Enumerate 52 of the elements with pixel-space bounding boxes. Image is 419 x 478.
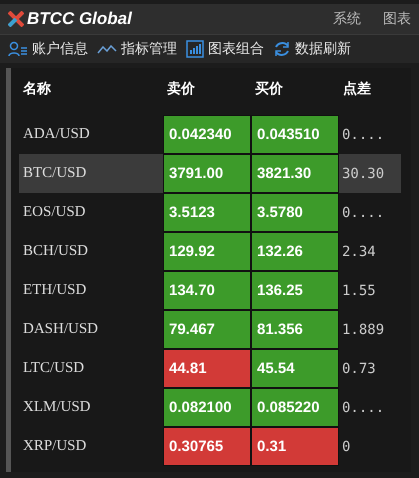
refresh-icon [273,40,291,58]
buy-price-cell: 3821.30 [251,154,339,193]
line-graph-icon [97,42,117,56]
sell-price-cell: 44.81 [163,349,251,388]
toolbar-button[interactable]: 数据刷新 [271,40,353,58]
app-title: BTCC Global [27,9,132,29]
buy-price-cell: 3.5780 [251,193,339,232]
buy-price-cell: 0.043510 [251,115,339,154]
logo-icon [8,11,24,27]
column-header: 名称 [22,80,52,99]
spread-cell-text: 2.34 [341,242,377,262]
sell-price-cell: 3.5123 [163,193,251,232]
buy-price-cell: 136.25 [251,271,339,310]
sell-price-cell: 129.92 [163,232,251,271]
sell-price-cell: 134.70 [163,271,251,310]
symbol-cell[interactable]: DASH/USD [19,310,163,349]
spread-cell-text: 0.73 [341,360,377,378]
toolbar-button[interactable]: 图表组合 [184,40,266,58]
spread-cell-text: 0 [341,438,352,456]
toolbar-button[interactable]: 指标管理 [95,40,179,58]
buy-price-cell: 0.085220 [251,388,339,427]
spread-cell: 30.30 [339,154,401,193]
symbol-cell[interactable]: ADA/USD [19,115,163,154]
symbol-cell[interactable]: EOS/USD [19,193,163,232]
symbol-cell[interactable]: ETH/USD [19,271,163,310]
column-header: 买价 [254,80,284,99]
menu-item[interactable]: 系统 [333,10,361,28]
sell-price-cell: 0.30765 [163,427,251,466]
sell-price-cell: 0.082100 [163,388,251,427]
user-list-icon [8,41,28,57]
buy-price-cell: 45.54 [251,349,339,388]
spread-cell-text: 1.889 [341,320,386,340]
buy-price-cell: 0.31 [251,427,339,466]
symbol-cell[interactable]: XRP/USD [19,427,163,466]
spread-cell-text: 1.55 [341,282,377,300]
sell-price-cell: 3791.00 [163,154,251,193]
sell-price-cell: 79.467 [163,310,251,349]
column-header: 卖价 [166,80,196,99]
column-header: 点差 [342,80,372,99]
menu-item[interactable]: 图表 [383,10,411,28]
symbol-cell[interactable]: LTC/USD [19,349,163,388]
symbol-cell[interactable]: BTC/USD [19,154,163,193]
buy-price-cell: 132.26 [251,232,339,271]
spread-cell-text: 0.... [341,204,386,222]
toolbar-button[interactable]: 账户信息 [6,40,90,58]
buy-price-cell: 81.356 [251,310,339,349]
bar-chart-icon [186,40,204,58]
symbol-cell[interactable]: BCH/USD [19,232,163,271]
spread-cell-text: 0.... [341,126,386,144]
sell-price-cell: 0.042340 [163,115,251,154]
symbol-cell[interactable]: XLM/USD [19,388,163,427]
spread-cell-text: 0.... [341,398,386,418]
